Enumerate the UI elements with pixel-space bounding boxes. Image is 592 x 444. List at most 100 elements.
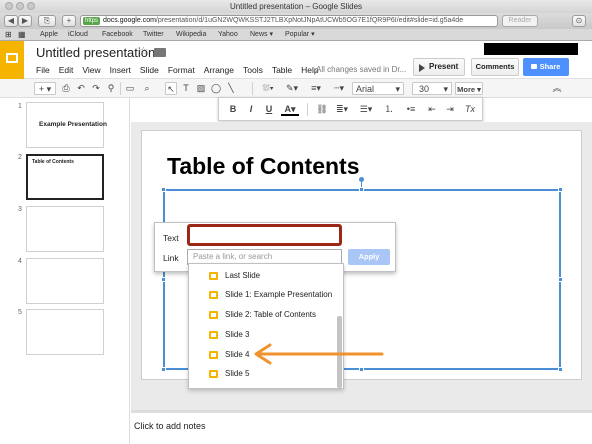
- menu-slide[interactable]: Slide: [140, 65, 159, 75]
- redo-icon[interactable]: ↷: [90, 82, 102, 95]
- undo-icon[interactable]: ↶: [75, 82, 87, 95]
- slides-logo-icon[interactable]: [0, 41, 24, 79]
- dropdown-item-slide-3[interactable]: Slide 3: [189, 325, 337, 344]
- bulleted-list-icon[interactable]: •≡: [403, 103, 419, 116]
- increase-indent-icon[interactable]: ⇥: [443, 103, 457, 116]
- dropdown-item-last-slide[interactable]: Last Slide: [189, 266, 337, 285]
- text-color-button[interactable]: A▾: [281, 103, 299, 116]
- menu-tools[interactable]: Tools: [243, 65, 263, 75]
- text-box-icon[interactable]: T: [180, 82, 192, 95]
- bookmark-item[interactable]: Twitter: [143, 29, 164, 41]
- window-title: Untitled presentation – Google Slides: [229, 2, 363, 11]
- collapse-icon[interactable]: ︽: [550, 82, 564, 95]
- slide-number: 5: [18, 309, 22, 316]
- folder-icon[interactable]: [154, 48, 166, 57]
- border-weight-icon[interactable]: ≡▾: [306, 82, 326, 95]
- slide-thumbnail-4[interactable]: [26, 258, 104, 304]
- line-spacing-icon[interactable]: ☰▾: [357, 103, 375, 116]
- comments-button[interactable]: Comments: [471, 58, 519, 76]
- text-label: Text: [163, 233, 179, 243]
- slide-thumbnail-5[interactable]: [26, 309, 104, 355]
- menu-edit[interactable]: Edit: [59, 65, 74, 75]
- resize-handle[interactable]: [161, 367, 166, 372]
- bookmark-item[interactable]: Yahoo: [218, 29, 238, 41]
- underline-button[interactable]: U: [263, 103, 275, 116]
- reader-button[interactable]: Reader: [502, 15, 538, 27]
- edit-toolbar: + ▾ ⎙ ↶ ↷ ⚲ ▭ ⌕ ↖ T ▨ ◯ ╲ ⛆▾ ✎▾ ≡▾ ┄▾ Ar…: [0, 79, 592, 98]
- menu-view[interactable]: View: [82, 65, 100, 75]
- slide-title[interactable]: Table of Contents: [167, 153, 360, 180]
- menu-arrange[interactable]: Arrange: [204, 65, 234, 75]
- dropdown-item-slide-5[interactable]: Slide 5: [189, 364, 337, 383]
- speaker-notes[interactable]: Click to add notes: [131, 413, 592, 444]
- share-page-icon[interactable]: ⎘: [38, 15, 56, 27]
- decrease-indent-icon[interactable]: ⇤: [425, 103, 439, 116]
- dropdown-item-slide-2[interactable]: Slide 2: Table of Contents: [189, 305, 337, 324]
- zoom-window-icon[interactable]: [27, 2, 35, 10]
- resize-handle[interactable]: [558, 277, 563, 282]
- align-icon[interactable]: ≣▾: [333, 103, 351, 116]
- font-select[interactable]: Arial ▾: [352, 82, 404, 95]
- slide-thumbnail-3[interactable]: [26, 206, 104, 252]
- share-button[interactable]: Share: [523, 58, 569, 76]
- line-icon[interactable]: ╲: [225, 82, 237, 95]
- link-suggestions-dropdown: Last Slide Slide 1: Example Presentation…: [188, 263, 344, 389]
- slide-thumbnail-2[interactable]: Table of Contents: [26, 154, 104, 200]
- numbered-list-icon[interactable]: ⒈: [381, 103, 397, 116]
- menu-file[interactable]: File: [36, 65, 50, 75]
- resize-handle[interactable]: [359, 367, 364, 372]
- border-dash-icon[interactable]: ┄▾: [330, 82, 348, 95]
- top-sites-icon[interactable]: ▦: [18, 29, 26, 41]
- star-icon[interactable]: ☆: [138, 44, 149, 58]
- more-button[interactable]: More ▾: [455, 82, 483, 95]
- select-icon[interactable]: ↖: [165, 82, 177, 95]
- present-button[interactable]: Present: [413, 58, 465, 76]
- back-icon[interactable]: ◀: [4, 15, 18, 27]
- reading-list-icon[interactable]: ⊞: [5, 29, 12, 41]
- print-icon[interactable]: ⎙: [60, 82, 72, 95]
- new-slide-icon[interactable]: + ▾: [34, 82, 56, 95]
- menu-table[interactable]: Table: [272, 65, 292, 75]
- add-tab-icon[interactable]: +: [62, 15, 76, 27]
- play-icon: [419, 64, 425, 72]
- bookmark-item[interactable]: Popular ▾: [285, 29, 315, 41]
- minimize-window-icon[interactable]: [16, 2, 24, 10]
- zoom-fit-icon[interactable]: ▭: [124, 82, 136, 95]
- zoom-icon[interactable]: ⌕: [141, 82, 153, 95]
- save-status[interactable]: All changes saved in Dr...: [316, 65, 406, 74]
- fill-color-icon[interactable]: ⛆▾: [258, 82, 278, 95]
- menu-insert[interactable]: Insert: [110, 65, 131, 75]
- bookmark-item[interactable]: Wikipedia: [176, 29, 206, 41]
- apply-button[interactable]: Apply: [348, 249, 390, 265]
- slide-number: 4: [18, 258, 22, 265]
- resize-handle[interactable]: [161, 187, 166, 192]
- border-color-icon[interactable]: ✎▾: [282, 82, 302, 95]
- resize-handle[interactable]: [558, 367, 563, 372]
- italic-button[interactable]: I: [245, 103, 257, 116]
- url-bar[interactable]: https docs.google.com/presentation/d/1uG…: [80, 15, 498, 27]
- clear-format-button[interactable]: Tx: [463, 103, 477, 116]
- link-icon[interactable]: ⛓: [315, 103, 329, 116]
- resize-handle[interactable]: [161, 277, 166, 282]
- resize-handle[interactable]: [558, 187, 563, 192]
- paint-format-icon[interactable]: ⚲: [105, 82, 117, 95]
- forward-icon[interactable]: ▶: [18, 15, 32, 27]
- bookmark-item[interactable]: Apple: [40, 29, 58, 41]
- bookmark-item[interactable]: iCloud: [68, 29, 88, 41]
- resize-handle[interactable]: [359, 187, 364, 192]
- menu-bar: File Edit View Insert Slide Format Arrange Tool…: [36, 65, 328, 75]
- close-window-icon[interactable]: [5, 2, 13, 10]
- url-path: /presentation/d/1uGN2WQWKSSTJ2TLBXpNotJN…: [155, 17, 464, 24]
- shape-icon[interactable]: ◯: [210, 82, 222, 95]
- dropdown-item-slide-1[interactable]: Slide 1: Example Presentation: [189, 285, 337, 304]
- bookmarks-bar: ⊞ ▦ Apple iCloud Facebook Twitter Wikipe…: [0, 29, 592, 41]
- downloads-icon[interactable]: ⊙: [572, 15, 586, 27]
- link-text-field[interactable]: [187, 224, 342, 246]
- menu-format[interactable]: Format: [168, 65, 195, 75]
- font-size-select[interactable]: 30 ▾: [412, 82, 452, 95]
- image-icon[interactable]: ▨: [195, 82, 207, 95]
- bookmark-item[interactable]: News ▾: [250, 29, 273, 41]
- bookmark-item[interactable]: Facebook: [102, 29, 133, 41]
- slide-thumbnail-1[interactable]: Example Presentation: [26, 102, 107, 148]
- bold-button[interactable]: B: [227, 103, 239, 116]
